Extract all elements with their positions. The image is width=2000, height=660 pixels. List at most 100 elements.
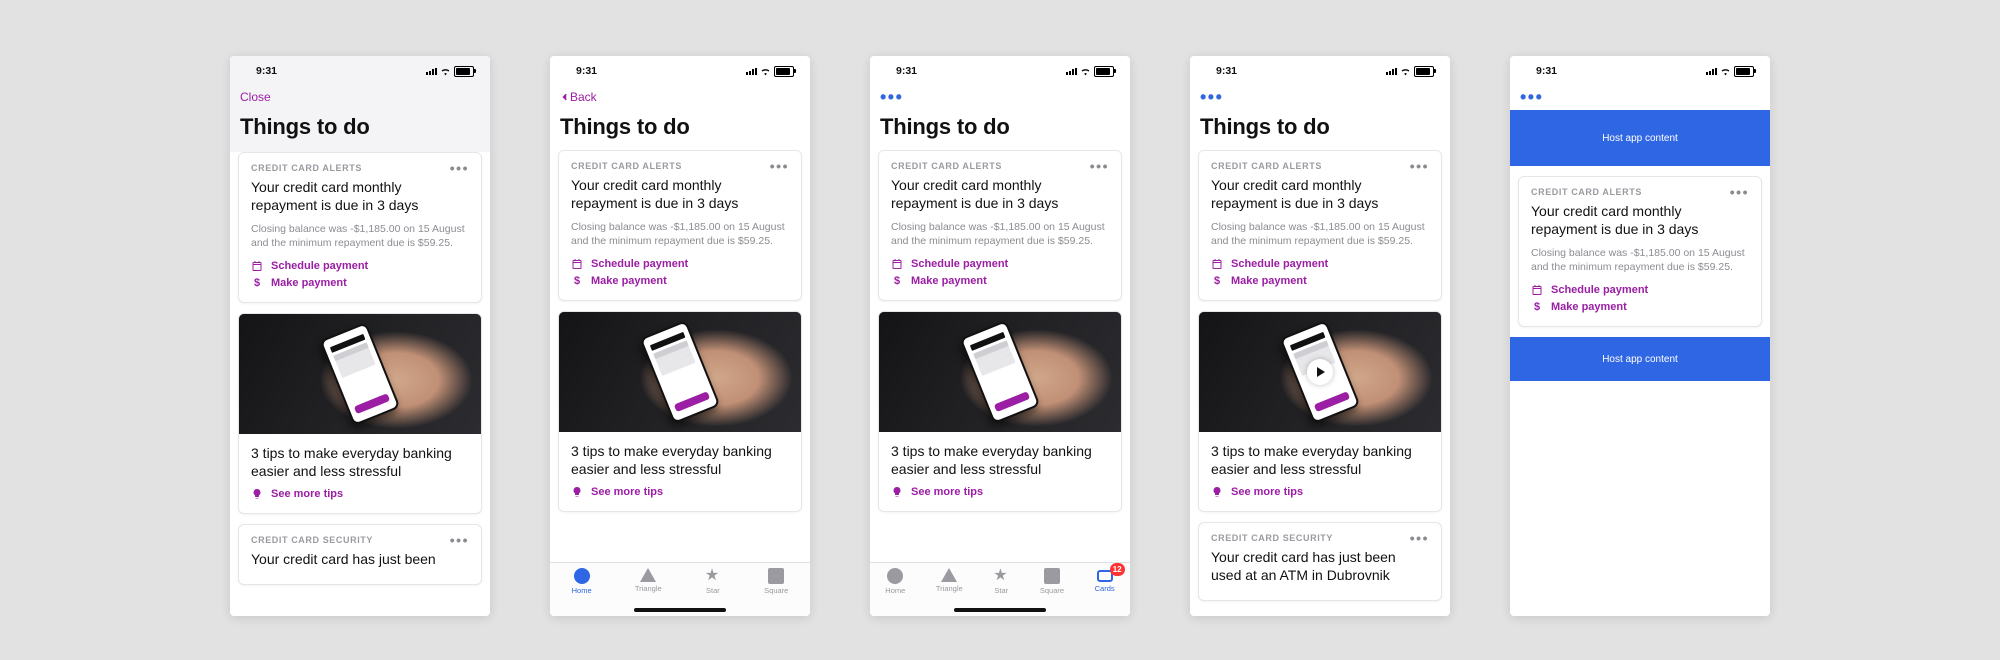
- scroll-area[interactable]: Things to do CREDIT CARD ALERTS••• Your …: [550, 110, 810, 616]
- lightbulb-icon: [571, 486, 583, 498]
- close-button[interactable]: Close: [240, 90, 271, 104]
- credit-card-security-card[interactable]: CREDIT CARD SECURITY ••• Your credit car…: [238, 524, 482, 585]
- card-overflow-icon[interactable]: •••: [450, 537, 469, 543]
- status-bar: 9:31: [230, 56, 490, 82]
- tips-card[interactable]: 3 tips to make everyday banking easier a…: [1198, 311, 1442, 512]
- wifi-icon: [760, 66, 771, 77]
- host-app-placeholder-bottom: Host app content: [1510, 337, 1770, 381]
- credit-card-alert-card[interactable]: CREDIT CARD ALERTS••• Your credit card m…: [1198, 150, 1442, 301]
- tips-card[interactable]: 3 tips to make everyday banking easier a…: [238, 313, 482, 514]
- status-time: 9:31: [576, 65, 597, 77]
- card-title: Your credit card monthly repayment is du…: [251, 178, 469, 214]
- phone-variant-ellipsis-tabs: 9:31 ••• Things to do CREDIT CARD ALERTS…: [870, 56, 1130, 616]
- tab-bar: Home Triangle ★Star Square: [550, 562, 810, 616]
- make-payment-action[interactable]: $Make payment: [571, 275, 789, 287]
- tips-card-video[interactable]: [1199, 312, 1441, 432]
- star-icon: ★: [705, 568, 721, 584]
- nav-bar: Back: [550, 82, 810, 110]
- see-more-tips-action[interactable]: See more tips: [891, 486, 1109, 498]
- card-overflow-icon[interactable]: •••: [1410, 163, 1429, 169]
- credit-card-alert-card[interactable]: CREDIT CARD ALERTS••• Your credit card m…: [878, 150, 1122, 301]
- status-time: 9:31: [1216, 65, 1237, 77]
- nav-overflow-button[interactable]: •••: [1200, 93, 1223, 101]
- home-indicator[interactable]: [634, 608, 726, 612]
- tips-card-image: [239, 314, 481, 434]
- dollar-icon: $: [571, 275, 583, 287]
- page-title: Things to do: [240, 114, 482, 140]
- home-indicator[interactable]: [954, 608, 1046, 612]
- see-more-tips-action[interactable]: See more tips: [571, 486, 789, 498]
- tab-triangle[interactable]: Triangle: [635, 568, 662, 593]
- scroll-area[interactable]: CREDIT CARD ALERTS ••• Your credit card …: [230, 152, 490, 616]
- credit-card-alert-card[interactable]: CREDIT CARD ALERTS••• Your credit card m…: [1518, 176, 1762, 327]
- make-payment-action[interactable]: $Make payment: [1211, 275, 1429, 287]
- schedule-payment-action[interactable]: Schedule payment: [251, 260, 469, 272]
- nav-overflow-button[interactable]: •••: [880, 93, 903, 101]
- tab-home[interactable]: Home: [572, 568, 592, 595]
- phone-variant-video: 9:31 ••• Things to do CREDIT CARD ALERTS…: [1190, 56, 1450, 616]
- phone-variant-back: 9:31 Back Things to do CREDIT CARD ALERT…: [550, 56, 810, 616]
- credit-card-security-card[interactable]: CREDIT CARD SECURITY••• Your credit card…: [1198, 522, 1442, 601]
- schedule-payment-action[interactable]: Schedule payment: [891, 258, 1109, 270]
- status-bar: 9:31: [550, 56, 810, 82]
- tips-card[interactable]: 3 tips to make everyday banking easier a…: [878, 311, 1122, 512]
- calendar-icon: [251, 260, 263, 272]
- battery-icon: [1094, 66, 1114, 77]
- tab-square[interactable]: Square: [764, 568, 788, 595]
- scroll-area[interactable]: Things to do CREDIT CARD ALERTS••• Your …: [1190, 110, 1450, 616]
- credit-card-alert-card[interactable]: CREDIT CARD ALERTS ••• Your credit card …: [238, 152, 482, 303]
- tab-triangle[interactable]: Triangle: [936, 568, 963, 593]
- tab-cards[interactable]: Cards 12: [1095, 568, 1115, 593]
- see-more-tips-action[interactable]: See more tips: [251, 488, 469, 500]
- make-payment-action[interactable]: $ Make payment: [251, 277, 469, 289]
- card-caption: CREDIT CARD ALERTS: [251, 163, 362, 173]
- nav-bar: Close: [230, 82, 490, 110]
- triangle-icon: [941, 568, 957, 582]
- play-icon[interactable]: [1307, 359, 1333, 385]
- card-overflow-icon[interactable]: •••: [450, 165, 469, 171]
- calendar-icon: [571, 258, 583, 270]
- card-overflow-icon[interactable]: •••: [770, 163, 789, 169]
- nav-overflow-button[interactable]: •••: [1520, 93, 1543, 101]
- schedule-payment-action[interactable]: Schedule payment: [1211, 258, 1429, 270]
- dollar-icon: $: [251, 277, 263, 289]
- tips-card-image: [559, 312, 801, 432]
- tab-square[interactable]: Square: [1040, 568, 1064, 595]
- wifi-icon: [1080, 66, 1091, 77]
- chevron-left-icon: [560, 91, 570, 103]
- tab-star[interactable]: ★Star: [705, 568, 721, 595]
- tab-badge: 12: [1110, 563, 1125, 576]
- schedule-payment-action[interactable]: Schedule payment: [571, 258, 789, 270]
- scroll-area[interactable]: Host app content CREDIT CARD ALERTS••• Y…: [1510, 110, 1770, 616]
- tab-star[interactable]: ★Star: [993, 568, 1009, 595]
- star-icon: ★: [993, 568, 1009, 584]
- wifi-icon: [440, 66, 451, 77]
- card-overflow-icon[interactable]: •••: [1090, 163, 1109, 169]
- square-icon: [1044, 568, 1060, 584]
- dollar-icon: $: [891, 275, 903, 287]
- status-bar: 9:31: [870, 56, 1130, 82]
- status-bar: 9:31: [1510, 56, 1770, 82]
- tips-card[interactable]: 3 tips to make everyday banking easier a…: [558, 311, 802, 512]
- status-indicators: [426, 66, 474, 77]
- schedule-payment-action[interactable]: Schedule payment: [1531, 284, 1749, 296]
- lightbulb-icon: [251, 488, 263, 500]
- card-body: Closing balance was -$1,185.00 on 15 Aug…: [251, 222, 469, 250]
- scroll-area[interactable]: Things to do CREDIT CARD ALERTS••• Your …: [870, 110, 1130, 616]
- calendar-icon: [1211, 258, 1223, 270]
- see-more-tips-action[interactable]: See more tips: [1211, 486, 1429, 498]
- back-button[interactable]: Back: [560, 90, 597, 104]
- nav-bar: •••: [870, 82, 1130, 110]
- cellular-icon: [1386, 67, 1397, 75]
- cellular-icon: [1066, 67, 1077, 75]
- cellular-icon: [426, 67, 437, 75]
- card-overflow-icon[interactable]: •••: [1730, 189, 1749, 195]
- tab-home[interactable]: Home: [885, 568, 905, 595]
- make-payment-action[interactable]: $Make payment: [891, 275, 1109, 287]
- status-time: 9:31: [256, 65, 277, 77]
- credit-card-alert-card[interactable]: CREDIT CARD ALERTS••• Your credit card m…: [558, 150, 802, 301]
- card-caption: CREDIT CARD SECURITY: [251, 535, 373, 545]
- card-overflow-icon[interactable]: •••: [1410, 535, 1429, 541]
- triangle-icon: [640, 568, 656, 582]
- make-payment-action[interactable]: $Make payment: [1531, 301, 1749, 313]
